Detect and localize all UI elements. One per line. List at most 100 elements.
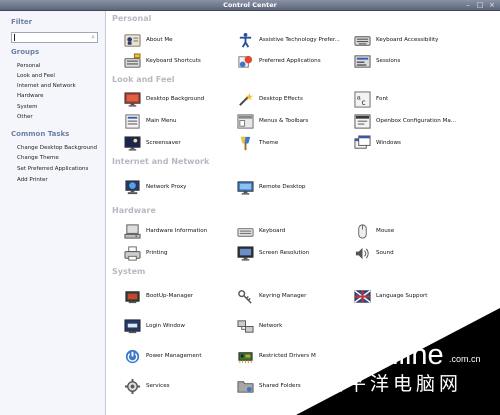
group-internet-and-network[interactable]: Internet and Network — [17, 83, 76, 89]
watermark-domain: .com.cn — [449, 354, 481, 364]
group-look-and-feel[interactable]: Look and Feel — [17, 73, 55, 79]
filter-input[interactable]: ⌕ — [11, 32, 98, 43]
task-change-theme[interactable]: Change Theme — [17, 155, 59, 161]
app-label: Desktop Effects — [259, 96, 303, 102]
sessions-icon — [354, 54, 371, 68]
desktop-background-icon — [124, 91, 141, 107]
app-screen-resolution[interactable]: Screen Resolution — [237, 242, 309, 264]
app-keyboard-accessibility[interactable]: Keyboard Accessibility — [354, 29, 439, 51]
app-preferred-applications[interactable]: Preferred Applications — [237, 50, 321, 72]
app-desktop-effects[interactable]: Desktop Effects — [237, 88, 303, 110]
sidebar: Filter ⌕ Groups Personal Look and Feel I… — [0, 11, 106, 415]
svg-text:c: c — [362, 98, 366, 107]
app-network[interactable]: Network — [237, 315, 282, 337]
pconline-watermark: PConline .com.cn 太平洋电脑网 — [296, 308, 500, 415]
app-main-menu[interactable]: Main Menu — [124, 110, 177, 132]
section-personal-title: Personal — [112, 14, 152, 23]
app-shared-folders[interactable]: Shared Folders — [237, 375, 301, 397]
app-label: Mouse — [376, 228, 395, 234]
network-proxy-icon — [125, 179, 140, 194]
app-keyboard[interactable]: Keyboard — [237, 220, 285, 242]
text-caret — [14, 34, 15, 41]
app-language-support[interactable]: Language Support — [354, 285, 428, 307]
app-bootup-manager[interactable]: BootUp-Manager — [124, 285, 193, 307]
app-openbox-configuration[interactable]: Openbox Configuration Ma... — [354, 110, 456, 132]
main-menu-icon — [125, 113, 140, 129]
app-label: Preferred Applications — [259, 58, 321, 64]
app-label: Openbox Configuration Ma... — [376, 118, 457, 124]
app-mouse[interactable]: Mouse — [354, 220, 394, 242]
task-change-desktop-background[interactable]: Change Desktop Background — [17, 145, 97, 151]
window-titlebar[interactable]: Control Center – □ × — [0, 0, 500, 11]
app-label: Keyboard Shortcuts — [146, 58, 201, 64]
hardware-info-icon — [124, 223, 141, 239]
app-login-window[interactable]: Login Window — [124, 315, 185, 337]
group-hardware[interactable]: Hardware — [17, 93, 44, 99]
bootup-manager-icon — [125, 290, 140, 303]
app-font[interactable]: ac Font — [354, 88, 388, 110]
app-sound[interactable]: Sound — [354, 242, 394, 264]
app-network-proxy[interactable]: Network Proxy — [124, 176, 186, 198]
mouse-icon — [358, 223, 367, 239]
task-set-preferred-applications[interactable]: Set Preferred Applications — [17, 166, 88, 172]
app-services[interactable]: Services — [124, 375, 170, 397]
app-label: Printing — [146, 250, 168, 256]
filter-heading: Filter — [11, 18, 33, 26]
app-label: Menus & Toolbars — [259, 118, 309, 124]
openbox-icon — [354, 113, 371, 129]
minimize-icon[interactable]: – — [464, 1, 472, 9]
app-sessions[interactable]: Sessions — [354, 50, 400, 72]
section-internet-network-title: Internet and Network — [112, 157, 210, 166]
common-tasks-heading: Common Tasks — [11, 130, 70, 138]
app-screensaver[interactable]: Screensaver — [124, 132, 181, 154]
app-label: Main Menu — [146, 118, 177, 124]
app-label: Language Support — [376, 293, 428, 299]
app-remote-desktop[interactable]: Remote Desktop — [237, 176, 305, 198]
app-label: Screensaver — [146, 140, 181, 146]
app-label: About Me — [146, 37, 173, 43]
app-assistive-technology[interactable]: Assistive Technology Prefer... — [237, 29, 340, 51]
clear-filter-icon[interactable]: ⌕ — [91, 33, 95, 42]
app-keyboard-shortcuts[interactable]: Keyboard Shortcuts — [124, 50, 201, 72]
app-printing[interactable]: Printing — [124, 242, 168, 264]
user-card-icon — [124, 33, 141, 47]
theme-icon — [240, 136, 251, 150]
app-label: Sessions — [376, 58, 401, 64]
watermark-brand: PConline — [326, 339, 444, 371]
task-add-printer[interactable]: Add Printer — [17, 177, 48, 183]
app-keyring-manager[interactable]: Keyring Manager — [237, 285, 306, 307]
keyboard-icon — [237, 227, 254, 237]
app-desktop-background[interactable]: Desktop Background — [124, 88, 204, 110]
login-window-icon — [124, 318, 141, 333]
keyboard-shortcuts-icon — [124, 52, 141, 68]
close-icon[interactable]: × — [488, 1, 496, 9]
app-power-management[interactable]: Power Management — [124, 345, 202, 367]
group-other[interactable]: Other — [17, 114, 33, 120]
network-icon — [237, 319, 254, 333]
app-label: BootUp-Manager — [146, 293, 194, 299]
window-title: Control Center — [223, 1, 277, 9]
preferred-apps-icon — [238, 55, 253, 68]
app-label: Keyboard — [259, 228, 286, 234]
keyring-icon — [238, 289, 252, 304]
maximize-icon[interactable]: □ — [476, 1, 484, 9]
app-windows[interactable]: Windows — [354, 132, 401, 154]
app-label: Screen Resolution — [259, 250, 310, 256]
app-label: Services — [146, 383, 170, 389]
restricted-drivers-icon — [238, 351, 253, 363]
groups-heading: Groups — [11, 48, 40, 56]
group-personal[interactable]: Personal — [17, 63, 40, 69]
accessibility-icon — [239, 32, 252, 48]
app-label: Font — [376, 96, 389, 102]
app-label: Network Proxy — [146, 184, 187, 190]
services-icon — [124, 378, 141, 394]
app-hardware-information[interactable]: Hardware Information — [124, 220, 207, 242]
watermark-cn: 太平洋电脑网 — [324, 373, 462, 395]
svg-text:a: a — [357, 93, 361, 101]
app-menus-toolbars[interactable]: Menus & Toolbars — [237, 110, 308, 132]
app-theme[interactable]: Theme — [237, 132, 278, 154]
app-label: Keyboard Accessibility — [376, 37, 439, 43]
app-about-me[interactable]: About Me — [124, 29, 173, 51]
remote-desktop-icon — [237, 180, 254, 195]
group-system[interactable]: System — [17, 104, 38, 110]
